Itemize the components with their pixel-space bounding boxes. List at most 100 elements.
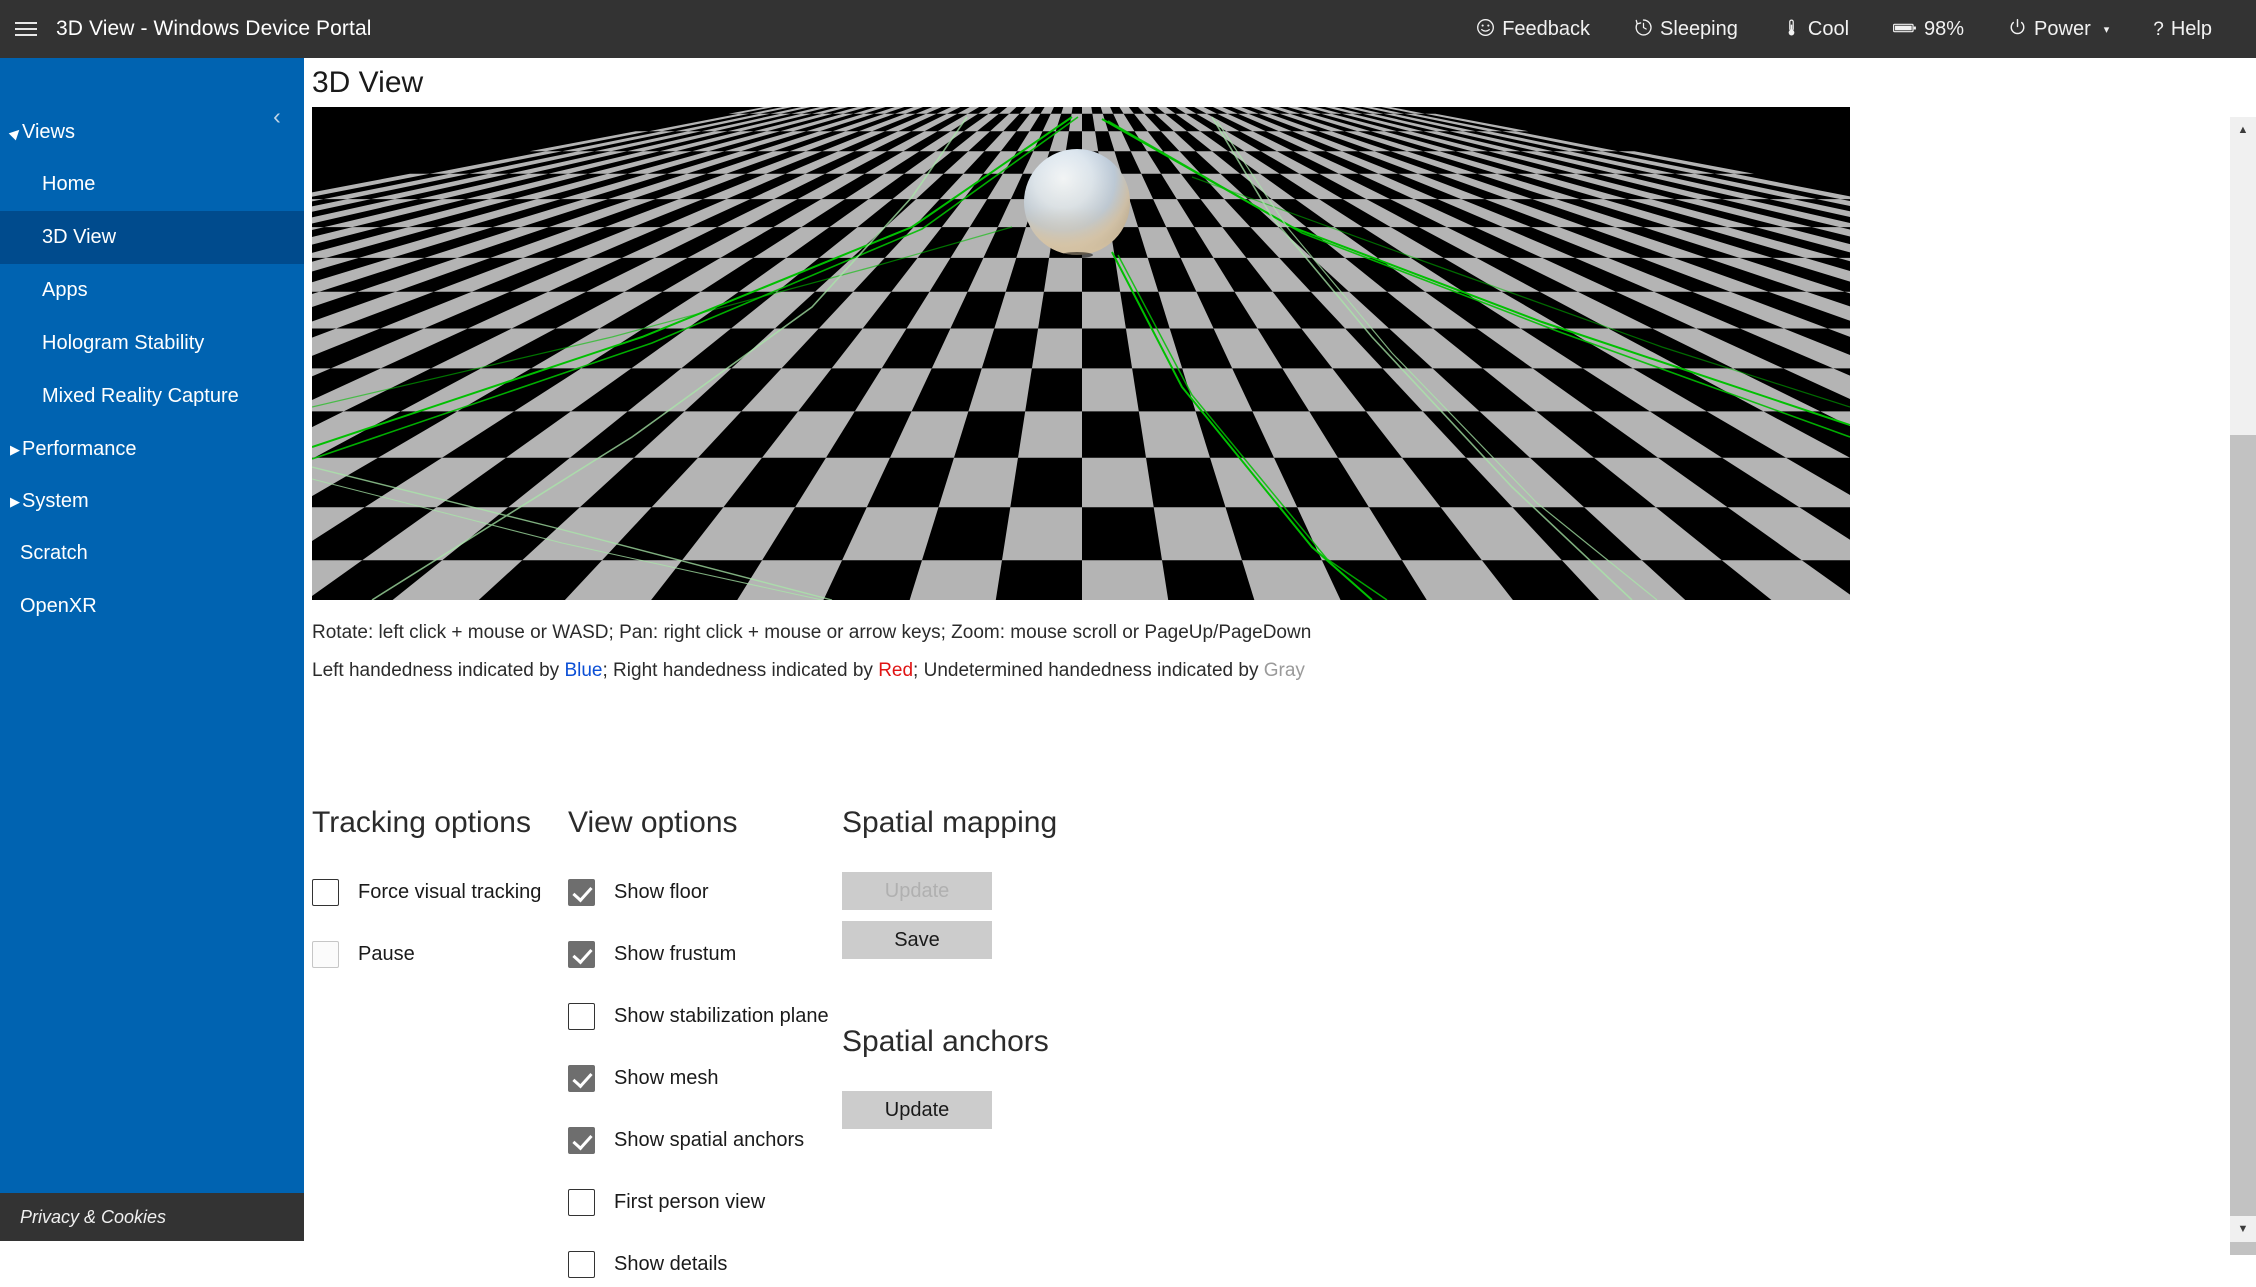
sidebar-item-apps[interactable]: Apps bbox=[0, 264, 304, 317]
sidebar-group-system[interactable]: ▶ System bbox=[0, 475, 304, 527]
app-title: 3D View - Windows Device Portal bbox=[56, 17, 372, 40]
battery-percentage: 98% bbox=[1924, 17, 1965, 40]
scroll-up-arrow-icon[interactable]: ▲ bbox=[2230, 117, 2256, 143]
checkbox-show-frustum[interactable]: Show frustum bbox=[568, 934, 848, 974]
checkbox-force-visual-tracking[interactable]: Force visual tracking bbox=[312, 872, 562, 912]
checkbox-label: Show frustum bbox=[614, 942, 737, 965]
sidebar-group-system-label: System bbox=[22, 489, 89, 512]
checkbox-box[interactable] bbox=[568, 1188, 595, 1216]
checkbox-show-stabilization-plane[interactable]: Show stabilization plane bbox=[568, 996, 848, 1036]
feedback-label: Feedback bbox=[1502, 17, 1591, 40]
question-icon: ? bbox=[2153, 18, 2164, 40]
sidebar-item-mixed-reality-capture-label: Mixed Reality Capture bbox=[42, 385, 239, 407]
feedback-button[interactable]: Feedback bbox=[1454, 0, 1612, 58]
checkbox-box[interactable] bbox=[568, 1126, 595, 1154]
checkbox-show-spatial-anchors[interactable]: Show spatial anchors bbox=[568, 1120, 848, 1160]
sidebar-item-openxr-label: OpenXR bbox=[20, 595, 97, 617]
clock-icon bbox=[1634, 18, 1653, 41]
spatial-mapping-update-button[interactable]: Update bbox=[842, 872, 992, 910]
checkbox-label: Show spatial anchors bbox=[614, 1128, 805, 1151]
hamburger-bar-3 bbox=[15, 34, 37, 36]
hamburger-bars bbox=[15, 18, 37, 40]
sidebar-item-mixed-reality-capture[interactable]: Mixed Reality Capture bbox=[0, 370, 304, 423]
checkbox-box[interactable] bbox=[312, 940, 339, 968]
sidebar-item-openxr[interactable]: OpenXR bbox=[0, 580, 304, 633]
handedness-part3: ; Undetermined handedness indicated by bbox=[913, 660, 1264, 681]
triangle-expanded-icon: ▶ bbox=[6, 123, 24, 141]
scrollbar-thumb[interactable] bbox=[2230, 435, 2256, 1255]
sidebar-item-hologram-stability-label: Hologram Stability bbox=[42, 332, 205, 354]
sidebar-item-home[interactable]: Home bbox=[0, 158, 304, 211]
hamburger-bar-2 bbox=[15, 28, 37, 30]
sidebar-group-views[interactable]: ▶ Views bbox=[0, 106, 304, 158]
spatial-mapping-save-button[interactable]: Save bbox=[842, 921, 992, 959]
hamburger-menu-icon[interactable] bbox=[0, 0, 52, 58]
sidebar-item-3d-view-label: 3D View bbox=[42, 226, 117, 248]
handedness-blue: Blue bbox=[564, 660, 603, 681]
handedness-hint: Left handedness indicated by Blue; Right… bbox=[312, 660, 1305, 682]
device-portal-window: 3D View - Windows Device Portal Feedback bbox=[0, 0, 2256, 1287]
handedness-part1: Left handedness indicated by bbox=[312, 660, 565, 681]
sleeping-label: Sleeping bbox=[1660, 17, 1738, 40]
checkbox-box[interactable] bbox=[568, 1250, 595, 1278]
privacy-and-cookies-link[interactable]: Privacy & Cookies bbox=[0, 1193, 304, 1241]
spatial-anchors-update-button[interactable]: Update bbox=[842, 1091, 992, 1129]
view-options-title: View options bbox=[568, 806, 738, 839]
vertical-scrollbar[interactable]: ▲ ▼ bbox=[2230, 58, 2256, 1287]
help-button[interactable]: ? Help bbox=[2131, 0, 2234, 58]
spatial-anchors-title: Spatial anchors bbox=[842, 1025, 1049, 1058]
checkbox-show-floor[interactable]: Show floor bbox=[568, 872, 848, 912]
scroll-down-arrow-icon[interactable]: ▼ bbox=[2230, 1216, 2256, 1242]
sidebar-item-3d-view[interactable]: 3D View bbox=[0, 211, 304, 264]
sidebar-group-views-label: Views bbox=[22, 120, 75, 143]
main-content: 3D View Rotate: left click + mouse or WA… bbox=[304, 58, 2256, 1287]
triangle-collapsed-icon: ▶ bbox=[10, 441, 20, 457]
title-bar: 3D View - Windows Device Portal Feedback bbox=[0, 0, 2256, 58]
checkbox-show-mesh[interactable]: Show mesh bbox=[568, 1058, 848, 1098]
thermometer-icon bbox=[1782, 18, 1801, 41]
power-button[interactable]: Power ▾ bbox=[1986, 0, 2131, 58]
tracking-options-section: Tracking options Force visual tracking P… bbox=[312, 806, 562, 996]
sidebar-item-scratch-label: Scratch bbox=[20, 542, 88, 564]
handedness-gray: Gray bbox=[1263, 660, 1305, 681]
power-icon bbox=[2008, 18, 2027, 41]
checkbox-pause[interactable]: Pause bbox=[312, 934, 562, 974]
temperature-status[interactable]: Cool bbox=[1760, 0, 1871, 58]
checkbox-show-details[interactable]: Show details bbox=[568, 1244, 848, 1284]
sidebar-group-performance-label: Performance bbox=[22, 437, 137, 460]
checkbox-box[interactable] bbox=[568, 1002, 595, 1030]
view-options-section: View options Show floor Show frustum Sho… bbox=[568, 806, 848, 1287]
triangle-collapsed-icon: ▶ bbox=[10, 493, 20, 509]
sidebar-item-apps-label: Apps bbox=[42, 279, 88, 301]
checkbox-label: Force visual tracking bbox=[358, 880, 542, 903]
sidebar-nav: ▶ Views Home 3D View Apps Hologram Stabi… bbox=[0, 106, 304, 633]
handedness-part2: ; Right handedness indicated by bbox=[602, 660, 879, 681]
checkbox-label: Show mesh bbox=[614, 1066, 719, 1089]
power-label: Power bbox=[2034, 17, 2091, 40]
spatial-mapping-title: Spatial mapping bbox=[842, 806, 1058, 839]
temperature-label: Cool bbox=[1807, 17, 1850, 40]
sidebar-item-hologram-stability[interactable]: Hologram Stability bbox=[0, 317, 304, 370]
sidebar-item-home-label: Home bbox=[42, 173, 96, 195]
hamburger-bar-1 bbox=[15, 22, 37, 24]
checkbox-label: First person view bbox=[614, 1190, 766, 1213]
battery-icon bbox=[1893, 20, 1917, 39]
checkbox-box[interactable] bbox=[568, 878, 595, 906]
chevron-down-icon: ▾ bbox=[2103, 23, 2110, 36]
checkbox-box[interactable] bbox=[568, 1064, 595, 1092]
checkbox-label: Pause bbox=[358, 942, 415, 965]
sidebar-item-scratch[interactable]: Scratch bbox=[0, 527, 304, 580]
checkbox-box[interactable] bbox=[312, 878, 339, 906]
sleeping-status[interactable]: Sleeping bbox=[1612, 0, 1760, 58]
battery-status[interactable]: 98% bbox=[1871, 0, 1986, 58]
checkbox-first-person-view[interactable]: First person view bbox=[568, 1182, 848, 1222]
sidebar: ‹ ▶ Views Home 3D View Apps Hologram Sta… bbox=[0, 58, 304, 1241]
handedness-red: Red bbox=[878, 660, 914, 681]
checkbox-label: Show stabilization plane bbox=[614, 1004, 829, 1027]
checkbox-label: Show floor bbox=[614, 880, 709, 903]
checkbox-box[interactable] bbox=[568, 940, 595, 968]
3d-viewport[interactable] bbox=[312, 107, 1850, 600]
checkbox-label: Show details bbox=[614, 1252, 728, 1275]
sidebar-group-performance[interactable]: ▶ Performance bbox=[0, 423, 304, 475]
spatial-sections: Spatial mapping Update Save Spatial anch… bbox=[842, 806, 1172, 1140]
